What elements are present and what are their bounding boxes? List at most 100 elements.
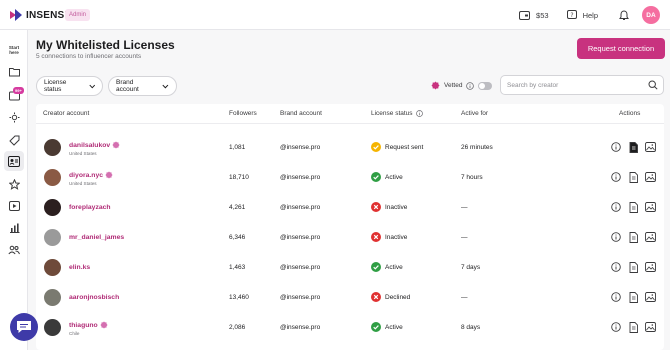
active-for: — xyxy=(461,294,468,301)
followers-count: 18,710 xyxy=(229,174,249,181)
table-row[interactable]: mr_daniel_james 6,346 @insense.pro Inactive… xyxy=(36,222,664,252)
creator-link[interactable]: mr_daniel_james xyxy=(69,234,124,241)
followers-count: 4,261 xyxy=(229,204,246,211)
info-icon[interactable] xyxy=(610,171,622,183)
creator-avatar[interactable] xyxy=(44,319,61,336)
sidebar-item-favorites[interactable] xyxy=(4,174,24,194)
brand-account: @insense.pro xyxy=(280,264,321,271)
info-icon[interactable] xyxy=(610,201,622,213)
active-for: — xyxy=(461,204,468,211)
image-icon[interactable] xyxy=(644,291,656,303)
license-status-label: Active xyxy=(385,263,403,271)
license-document-icon[interactable] xyxy=(627,321,639,333)
creator-avatar[interactable] xyxy=(44,199,61,216)
license-document-icon[interactable] xyxy=(627,291,639,303)
table-row[interactable]: thiaguno Chile 2,086 @insense.pro Active 8 da… xyxy=(36,312,664,342)
sidebar-item-ideas[interactable] xyxy=(4,107,24,127)
license-document-icon[interactable] xyxy=(627,231,639,243)
info-icon[interactable] xyxy=(610,291,622,303)
license-status-label: Declined xyxy=(385,293,411,301)
brand-account: @insense.pro xyxy=(280,204,321,211)
sidebar-item-licenses[interactable] xyxy=(4,151,24,171)
info-icon[interactable] xyxy=(610,231,622,243)
creator-avatar[interactable] xyxy=(44,289,61,306)
search-icon[interactable] xyxy=(648,80,658,90)
sidebar-item-start-here[interactable]: Start here xyxy=(4,40,24,60)
image-icon[interactable] xyxy=(644,201,656,213)
license-status-label: Request sent xyxy=(385,143,424,151)
creator-avatar[interactable] xyxy=(44,229,61,246)
sidebar-item-creators[interactable] xyxy=(4,240,24,260)
row-actions xyxy=(610,201,656,213)
creator-link[interactable]: danilsalukov xyxy=(69,141,120,149)
creator-link[interactable]: elin.ks xyxy=(69,264,90,271)
image-icon[interactable] xyxy=(644,321,656,333)
creator-location: United States xyxy=(69,151,97,156)
sidebar-item-content[interactable] xyxy=(4,196,24,216)
sidebar-item-messages[interactable]: 99+ xyxy=(4,86,24,106)
info-icon[interactable] xyxy=(610,321,622,333)
header-active-for: Active for xyxy=(461,110,489,117)
license-status-filter[interactable]: License status xyxy=(36,76,103,96)
logo[interactable]: INSENSE xyxy=(10,9,71,21)
chat-bubble-icon xyxy=(17,321,31,333)
balance-wallet[interactable]: $53 xyxy=(519,10,549,20)
bell-icon[interactable] xyxy=(619,9,629,21)
star-icon xyxy=(8,178,20,190)
creator-location: United States xyxy=(69,181,97,186)
active-for: — xyxy=(461,234,468,241)
creator-link[interactable]: foreplayzach xyxy=(69,204,111,211)
creator-name: thiaguno xyxy=(69,321,98,329)
creator-link[interactable]: diyora.nyc xyxy=(69,171,113,179)
followers-count: 2,086 xyxy=(229,324,246,331)
row-actions xyxy=(610,231,656,243)
check-circle-icon xyxy=(371,172,381,182)
license-document-icon[interactable] xyxy=(627,171,639,183)
license-card-icon xyxy=(8,155,20,167)
image-icon[interactable] xyxy=(644,231,656,243)
info-icon[interactable] xyxy=(466,81,475,90)
brand-account-filter[interactable]: Brand account xyxy=(108,76,177,96)
sidebar-item-campaigns[interactable] xyxy=(4,62,24,82)
license-status: Active xyxy=(371,172,403,182)
row-actions xyxy=(610,171,656,183)
sidebar-item-marketplace[interactable] xyxy=(4,130,24,150)
user-avatar[interactable]: DA xyxy=(642,6,660,24)
table-row[interactable]: aaronjnosbisch 13,460 @insense.pro Declined… xyxy=(36,282,664,312)
vetted-toggle[interactable] xyxy=(478,81,493,90)
search-box xyxy=(500,75,664,95)
vetted-badge-icon xyxy=(431,81,440,90)
creator-avatar[interactable] xyxy=(44,139,61,156)
image-icon[interactable] xyxy=(644,261,656,273)
table-row[interactable]: foreplayzach 4,261 @insense.pro Inactive — xyxy=(36,192,664,222)
creator-link[interactable]: aaronjnosbisch xyxy=(69,294,119,301)
search-input[interactable] xyxy=(507,80,647,91)
table-row[interactable]: danilsalukov United States 1,081 @insense.p… xyxy=(36,132,664,162)
creator-avatar[interactable] xyxy=(44,169,61,186)
vetted-filter[interactable]: Vetted xyxy=(431,81,493,90)
info-icon[interactable] xyxy=(610,141,622,153)
support-chat-button[interactable] xyxy=(10,313,38,341)
page-title: My Whitelisted Licenses xyxy=(36,38,175,52)
header-brand-account: Brand account xyxy=(280,110,322,117)
license-document-icon[interactable] xyxy=(627,201,639,213)
sidebar-item-reports[interactable] xyxy=(4,218,24,238)
help-link[interactable]: ? Help xyxy=(566,10,598,20)
creator-link[interactable]: thiaguno xyxy=(69,321,108,329)
vetted-label: Vetted xyxy=(444,82,463,89)
table-row[interactable]: diyora.nyc United States 18,710 @insense.pr… xyxy=(36,162,664,192)
image-icon[interactable] xyxy=(644,171,656,183)
info-icon[interactable] xyxy=(610,261,622,273)
license-document-icon[interactable] xyxy=(627,141,639,153)
license-document-icon[interactable] xyxy=(627,261,639,273)
license-status-filter-label: License status xyxy=(44,79,67,93)
image-icon[interactable] xyxy=(644,141,656,153)
request-connection-button[interactable]: Request connection xyxy=(577,38,665,59)
info-icon[interactable] xyxy=(415,110,423,117)
verified-badge-icon xyxy=(112,141,120,149)
table-row[interactable]: elin.ks 1,463 @insense.pro Active 7 days xyxy=(36,252,664,282)
header-creator: Creator account xyxy=(43,110,90,117)
license-status: Inactive xyxy=(371,202,407,212)
creator-avatar[interactable] xyxy=(44,259,61,276)
check-circle-icon xyxy=(371,322,381,332)
